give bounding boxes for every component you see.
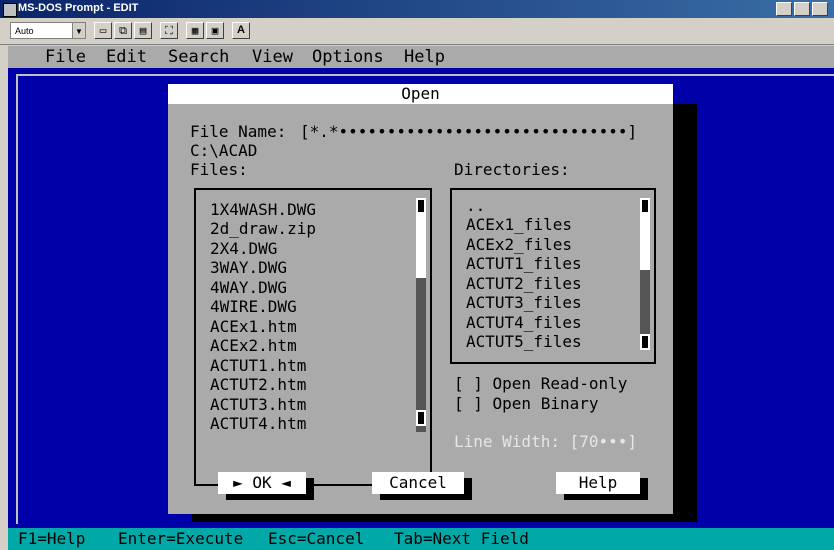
menu-view[interactable]: View	[252, 46, 293, 68]
list-item[interactable]: ACEx2.htm	[210, 336, 297, 355]
directories-list[interactable]: .. ACEx1_files ACEx2_files ACTUT1_files …	[450, 188, 656, 364]
list-item[interactable]: ACTUT3_files	[466, 293, 582, 312]
directories-label: Directories:	[454, 160, 570, 179]
font-button[interactable]: A	[232, 22, 250, 39]
fullscreen-icon[interactable]: ⛶	[160, 22, 178, 39]
dialog-shadow	[673, 104, 697, 522]
files-label: Files:	[190, 160, 248, 179]
list-item[interactable]: 2X4.DWG	[210, 239, 277, 258]
list-item[interactable]: ACTUT4_files	[466, 313, 582, 332]
list-item[interactable]: ACTUT1_files	[466, 254, 582, 273]
scroll-up-arrow-icon[interactable]	[416, 198, 426, 214]
properties-icon[interactable]: ▦	[186, 22, 204, 39]
line-width-field[interactable]: Line Width: [70•••]	[454, 432, 637, 451]
dialog-title: Open	[168, 84, 673, 104]
file-name-input[interactable]: [*.*••••••••••••••••••••••••••••••]	[300, 122, 637, 141]
status-f1-help: F1=Help	[18, 529, 86, 548]
files-scrollbar-thumb[interactable]	[416, 214, 426, 278]
copy-icon[interactable]: ⧉	[114, 22, 132, 39]
scroll-down-arrow-icon[interactable]	[640, 334, 650, 350]
current-path: C:\ACAD	[190, 141, 258, 160]
background-icon[interactable]: ▣	[206, 22, 224, 39]
list-item[interactable]: 2d_draw.zip	[210, 219, 316, 238]
list-item[interactable]: ACEx2_files	[466, 235, 572, 254]
font-size-select[interactable]: Auto ▼	[10, 22, 86, 39]
chevron-down-icon[interactable]: ▼	[72, 23, 85, 38]
toolbar: Auto ▼ ▭ ⧉ ▤ ⛶ ▦ ▣ A	[0, 18, 834, 45]
list-item[interactable]: ACTUT1.htm	[210, 356, 306, 375]
list-item[interactable]: ACTUT2_files	[466, 274, 582, 293]
menu-file[interactable]: File	[45, 46, 86, 68]
file-name-label: File Name:	[190, 122, 287, 141]
window-title: MS-DOS Prompt - EDIT	[18, 2, 139, 14]
list-item[interactable]: ACTUT3.htm	[210, 395, 306, 414]
list-item[interactable]: ACTUT4.htm	[210, 414, 306, 433]
menu-edit[interactable]: Edit	[106, 46, 147, 68]
open-dialog: Open File Name: [*.*••••••••••••••••••••…	[168, 84, 673, 514]
menu-help[interactable]: Help	[404, 46, 445, 68]
list-item[interactable]: ..	[466, 196, 485, 215]
list-item[interactable]: ACTUT5_files	[466, 332, 582, 351]
list-item[interactable]: ACTUT2.htm	[210, 375, 306, 394]
list-item[interactable]: 4WAY.DWG	[210, 278, 287, 297]
msdos-app-icon[interactable]	[3, 3, 17, 17]
cancel-button[interactable]: Cancel	[372, 472, 464, 494]
mark-icon[interactable]: ▭	[94, 22, 112, 39]
list-item[interactable]: 1X4WASH.DWG	[210, 200, 316, 219]
open-binary-checkbox[interactable]: [ ] Open Binary	[454, 394, 599, 413]
status-bar: F1=Help Enter=Execute Esc=Cancel Tab=Nex…	[8, 528, 834, 550]
close-button[interactable]	[812, 2, 828, 16]
window-titlebar: MS-DOS Prompt - EDIT	[0, 0, 834, 18]
menu-bar: File Edit Search View Options Help	[8, 46, 834, 68]
paste-icon[interactable]: ▤	[134, 22, 152, 39]
list-item[interactable]: 3WAY.DWG	[210, 258, 287, 277]
help-button[interactable]: Help	[556, 472, 640, 494]
status-enter-execute: Enter=Execute	[118, 529, 244, 548]
scroll-up-arrow-icon[interactable]	[640, 198, 650, 214]
status-esc-cancel: Esc=Cancel	[268, 529, 365, 548]
status-tab-next-field: Tab=Next Field	[394, 529, 529, 548]
dos-screen: File Edit Search View Options Help Open …	[8, 46, 834, 550]
menu-search[interactable]: Search	[168, 46, 229, 68]
files-list[interactable]: 1X4WASH.DWG 2d_draw.zip 2X4.DWG 3WAY.DWG…	[194, 188, 432, 486]
dialog-shadow	[192, 514, 697, 522]
list-item[interactable]: 4WIRE.DWG	[210, 297, 297, 316]
maximize-button[interactable]	[794, 2, 810, 16]
directories-scrollbar-thumb[interactable]	[640, 214, 650, 270]
list-item[interactable]: ACEx1.htm	[210, 317, 297, 336]
list-item[interactable]: ACEx1_files	[466, 215, 572, 234]
ok-button[interactable]: ► OK ◄	[218, 472, 306, 494]
menu-options[interactable]: Options	[312, 46, 384, 68]
font-size-value: Auto	[15, 26, 34, 36]
open-readonly-checkbox[interactable]: [ ] Open Read-only	[454, 374, 627, 393]
scroll-down-arrow-icon[interactable]	[416, 410, 426, 426]
minimize-button[interactable]	[776, 2, 792, 16]
